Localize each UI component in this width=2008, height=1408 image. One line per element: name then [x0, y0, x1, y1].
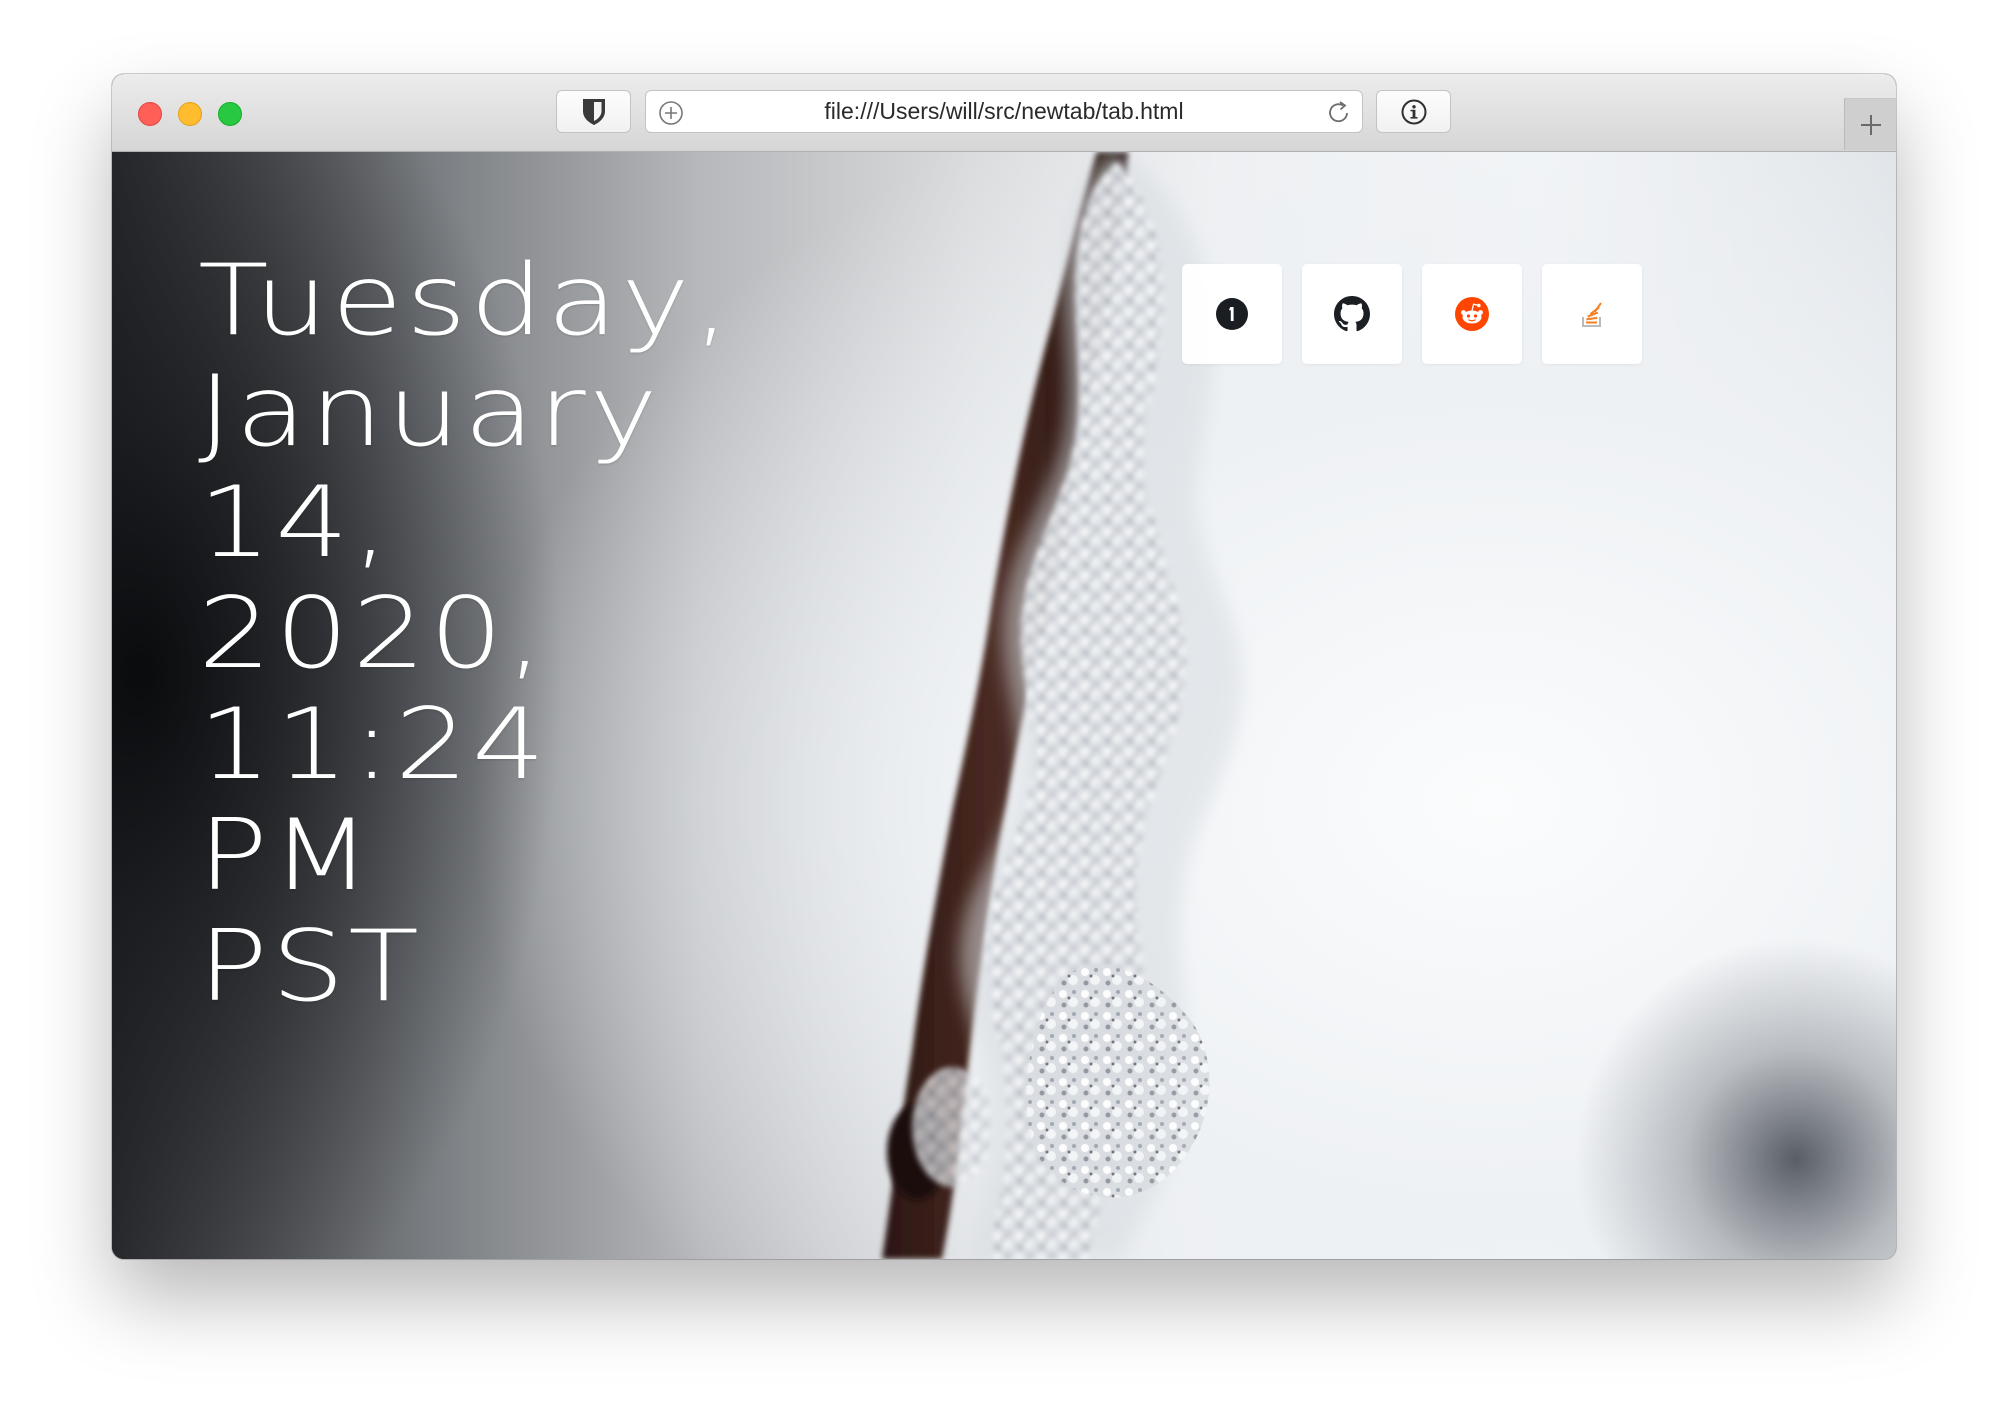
- new-tab-button[interactable]: [1844, 98, 1896, 150]
- add-icon[interactable]: [658, 100, 684, 126]
- clock-line-meridiem: PM: [198, 799, 375, 913]
- shortcut-reddit[interactable]: [1422, 264, 1522, 364]
- plus-icon: [1860, 114, 1881, 135]
- github-icon: [1334, 296, 1370, 332]
- shortcut-tiles: [1182, 264, 1642, 364]
- info-button[interactable]: [1376, 90, 1451, 133]
- clock-line-time: 11:24: [198, 688, 549, 802]
- clock-line-year: 2020,: [198, 577, 547, 691]
- clock-line-day: 14,: [198, 466, 393, 580]
- shortcut-1password[interactable]: [1182, 264, 1282, 364]
- url-text[interactable]: file:///Users/will/src/newtab/tab.html: [706, 91, 1302, 132]
- clock-line-timezone: PST: [198, 910, 423, 1024]
- close-button[interactable]: [138, 102, 162, 126]
- new-tab-page: Tuesday, January 14, 2020, 11:24 PM PST: [112, 152, 1896, 1259]
- shortcut-github[interactable]: [1302, 264, 1402, 364]
- shield-icon: [582, 98, 605, 125]
- browser-window: file:///Users/will/src/newtab/tab.html T…: [112, 74, 1896, 1259]
- bitwarden-extension-button[interactable]: [556, 90, 631, 133]
- stack-overflow-icon: [1582, 302, 1602, 327]
- date-time-display: Tuesday, January 14, 2020, 11:24 PM PST: [198, 246, 734, 1023]
- title-bar: file:///Users/will/src/newtab/tab.html: [112, 74, 1896, 152]
- minimize-button[interactable]: [178, 102, 202, 126]
- address-bar[interactable]: file:///Users/will/src/newtab/tab.html: [645, 90, 1363, 133]
- maximize-button[interactable]: [218, 102, 242, 126]
- shortcut-stack-overflow[interactable]: [1542, 264, 1642, 364]
- reload-icon[interactable]: [1326, 99, 1352, 126]
- 1password-icon: [1216, 298, 1248, 330]
- reddit-icon: [1455, 297, 1489, 331]
- clock-line-weekday: Tuesday,: [198, 244, 734, 358]
- vignette: [1536, 899, 1896, 1259]
- info-icon: [1401, 99, 1426, 124]
- clock-line-month: January: [198, 355, 662, 469]
